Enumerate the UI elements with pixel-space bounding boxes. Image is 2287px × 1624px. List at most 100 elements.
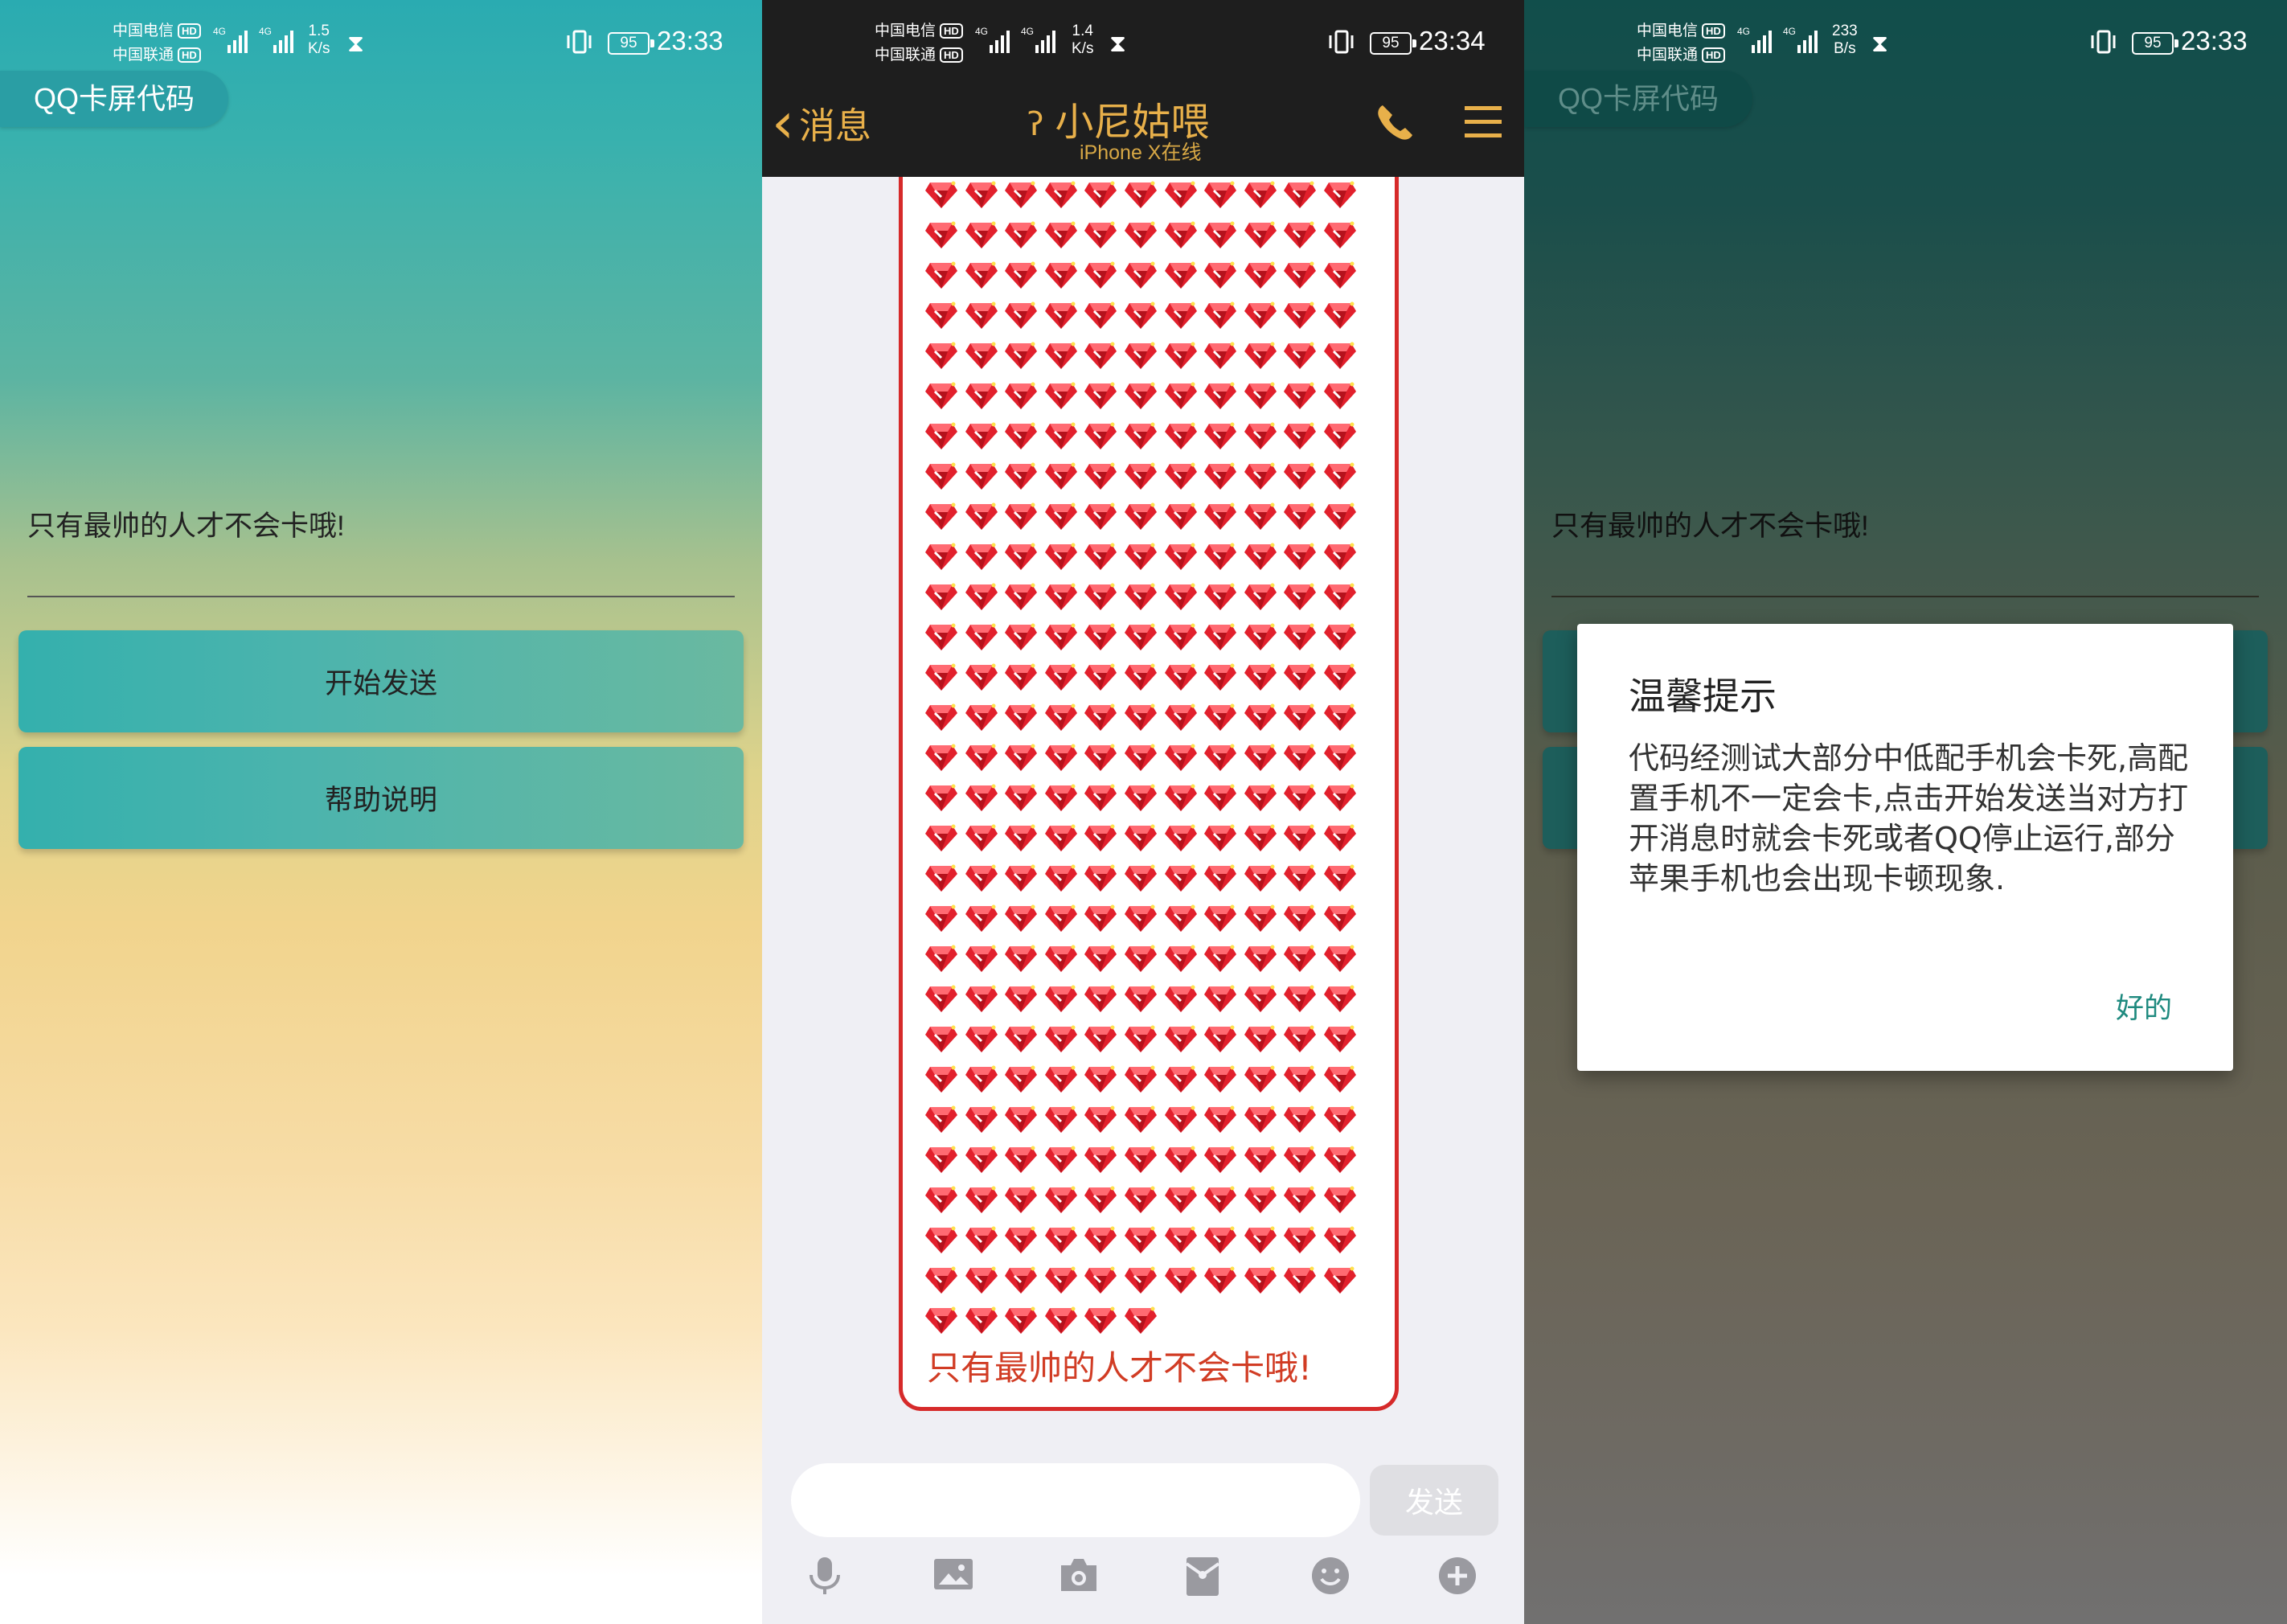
message-text[interactable]: 只有最帅的人才不会卡哦!	[27, 503, 345, 544]
gem-emoji-icon	[1323, 699, 1356, 740]
gem-emoji-icon	[1005, 1061, 1038, 1101]
gem-emoji-icon	[1084, 699, 1117, 740]
gem-emoji-icon	[1284, 498, 1317, 539]
gem-emoji-icon	[1124, 860, 1157, 900]
gem-emoji-icon	[1284, 740, 1317, 780]
gem-emoji-icon	[925, 338, 957, 378]
gem-emoji-icon	[1124, 1222, 1157, 1262]
gem-emoji-icon	[965, 217, 998, 257]
send-button[interactable]: 发送	[1370, 1465, 1498, 1536]
gem-emoji-icon	[1244, 900, 1277, 941]
gem-emoji-icon	[1124, 740, 1157, 780]
gem-emoji-icon	[1084, 941, 1117, 981]
gem-emoji-icon	[925, 418, 957, 458]
message-text[interactable]: 只有最帅的人才不会卡哦!	[1551, 503, 1869, 544]
gem-emoji-icon	[1005, 900, 1038, 941]
gem-emoji-icon	[1204, 1262, 1237, 1302]
gem-row	[925, 579, 1364, 619]
help-button[interactable]: 帮助说明	[18, 747, 744, 849]
network-type: 4G	[1021, 26, 1035, 37]
gem-emoji-icon	[1084, 1302, 1117, 1343]
gem-emoji-icon	[1005, 981, 1038, 1021]
gem-emoji-icon	[1164, 699, 1197, 740]
gem-emoji-icon	[1044, 981, 1077, 1021]
gem-emoji-icon	[965, 1101, 998, 1142]
gem-emoji-icon	[1124, 498, 1157, 539]
gem-emoji-icon	[1244, 338, 1277, 378]
menu-icon[interactable]	[1463, 105, 1503, 143]
gem-emoji-icon	[965, 378, 998, 418]
gem-emoji-icon	[1005, 699, 1038, 740]
gem-emoji-icon	[1323, 1101, 1356, 1142]
gem-emoji-icon	[1124, 177, 1157, 217]
microphone-icon[interactable]	[806, 1556, 843, 1601]
gem-emoji-icon	[1044, 1021, 1077, 1061]
red-packet-icon[interactable]	[1184, 1556, 1221, 1601]
camera-icon[interactable]	[1058, 1556, 1100, 1597]
gem-emoji-icon	[1164, 1262, 1197, 1302]
gem-emoji-icon	[1323, 860, 1356, 900]
gem-row	[925, 981, 1364, 1021]
gem-emoji-icon	[1164, 1222, 1197, 1262]
gem-emoji-icon	[1124, 981, 1157, 1021]
gem-emoji-icon	[1164, 860, 1197, 900]
gem-row	[925, 1021, 1364, 1061]
gem-emoji-icon	[1164, 820, 1197, 860]
gem-emoji-icon	[1044, 780, 1077, 820]
gem-emoji-icon	[1044, 900, 1077, 941]
gem-row	[925, 860, 1364, 900]
battery-icon: 95	[608, 32, 654, 55]
gem-emoji-icon	[1124, 539, 1157, 579]
gem-emoji-icon	[1323, 1222, 1356, 1262]
gem-emoji-icon	[925, 699, 957, 740]
clock: 23:33	[2181, 26, 2248, 55]
carrier-info: 中国电信 HD 中国联通 HD	[1637, 19, 1725, 68]
gem-emoji-icon	[1284, 780, 1317, 820]
gem-emoji-icon	[1244, 1182, 1277, 1222]
gem-emoji-icon	[1323, 177, 1356, 217]
message-input[interactable]	[791, 1463, 1360, 1537]
gem-emoji-icon	[1164, 458, 1197, 498]
speed-value: 233	[1832, 23, 1858, 39]
plus-icon[interactable]	[1437, 1556, 1478, 1599]
gem-emoji-icon	[925, 981, 957, 1021]
tips-dialog: 温馨提示 代码经测试大部分中低配手机会卡死,高配置手机不一定会卡,点击开始发送当…	[1577, 624, 2233, 1071]
gem-emoji-icon	[1204, 418, 1237, 458]
gem-emoji-icon	[1124, 1142, 1157, 1182]
gem-emoji-icon	[1204, 579, 1237, 619]
gem-emoji-icon	[1084, 1021, 1117, 1061]
emoji-icon[interactable]	[1310, 1556, 1350, 1599]
gem-emoji-icon	[1044, 941, 1077, 981]
gem-emoji-icon	[1284, 418, 1317, 458]
gem-emoji-icon	[1244, 1061, 1277, 1101]
start-send-button[interactable]: 开始发送	[18, 630, 744, 732]
gem-emoji-icon	[1044, 1142, 1077, 1182]
gem-emoji-icon	[1164, 659, 1197, 699]
gem-emoji-icon	[1164, 1142, 1197, 1182]
image-icon[interactable]	[932, 1556, 974, 1596]
phone-icon[interactable]	[1373, 100, 1418, 149]
gem-emoji-icon	[1244, 1101, 1277, 1142]
gem-emoji-icon	[1124, 378, 1157, 418]
gem-emoji-icon	[1084, 1061, 1117, 1101]
qq-chat-screen: 中国电信HD 中国联通HD 4G 4G 1.4 K/s ⧗ 95 23:34	[762, 0, 1524, 1624]
gem-emoji-icon	[925, 1142, 957, 1182]
dialog-title: 温馨提示	[1629, 675, 1777, 718]
gem-emoji-icon	[1244, 820, 1277, 860]
back-button[interactable]: ‹ 消息	[772, 95, 871, 151]
gem-emoji-icon	[1204, 941, 1237, 981]
gem-emoji-icon	[1323, 217, 1356, 257]
gem-row	[925, 1101, 1364, 1142]
gem-emoji-icon	[1044, 699, 1077, 740]
gem-emoji-icon	[1084, 297, 1117, 338]
gem-emoji-icon	[925, 579, 957, 619]
gem-emoji-icon	[1323, 378, 1356, 418]
gem-row	[925, 1182, 1364, 1222]
gem-emoji-icon	[1084, 780, 1117, 820]
gem-emoji-icon	[1044, 297, 1077, 338]
dialog-ok-button[interactable]: 好的	[2116, 986, 2172, 1027]
message-bubble[interactable]: 只有最帅的人才不会卡哦!	[899, 177, 1399, 1411]
gem-emoji-icon	[1005, 458, 1038, 498]
gem-emoji-icon	[1124, 257, 1157, 297]
gem-emoji-icon	[1323, 539, 1356, 579]
